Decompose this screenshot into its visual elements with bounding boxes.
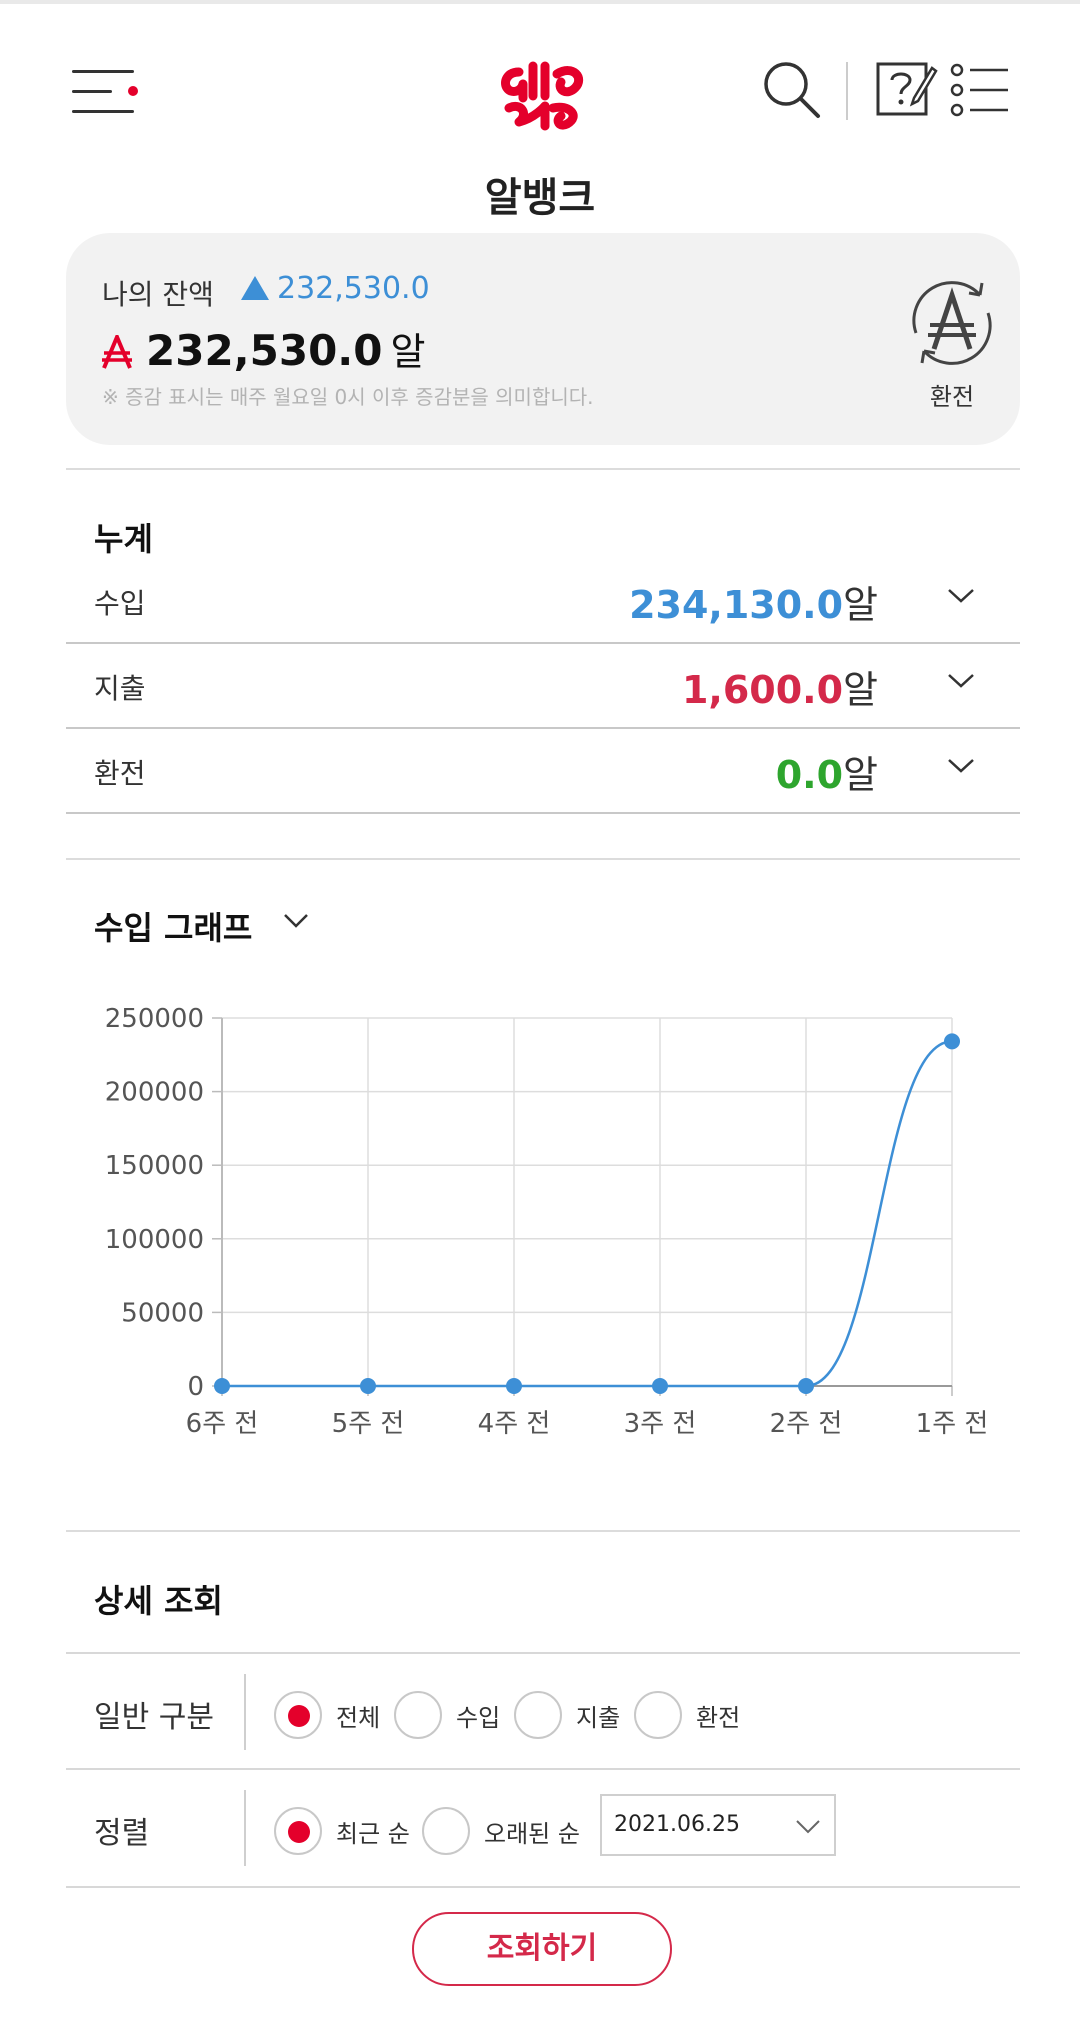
radio-circle[interactable] — [274, 1807, 322, 1855]
radio-label: 수입 — [456, 1703, 501, 1732]
balance-amount-value: 232,530.0 — [146, 326, 383, 375]
x-tick-label: 1주 전 — [916, 1409, 989, 1439]
search-button[interactable] — [760, 58, 824, 122]
search-submit-button[interactable]: 조회하기 — [412, 1912, 672, 1986]
date-select[interactable]: 2021.06.25 — [600, 1794, 836, 1856]
x-tick-label: 4주 전 — [478, 1409, 551, 1439]
sort-label: 정렬 — [94, 1816, 150, 1851]
chevron-down-icon[interactable] — [946, 586, 976, 606]
radio-expense[interactable]: 지출 — [514, 1690, 620, 1740]
radio-circle[interactable] — [394, 1691, 442, 1739]
radio-recent[interactable]: 최근 순 — [274, 1806, 410, 1856]
chevron-down-icon[interactable] — [946, 756, 976, 776]
balance-card: 나의 잔액 232,530.0 232,530.0 알 ※ 증감 표시는 매주 월… — [66, 233, 1020, 445]
data-point — [506, 1378, 522, 1394]
radio-oldest[interactable]: 오래된 순 — [422, 1806, 580, 1856]
exchange-icon — [912, 281, 992, 365]
x-tick-label: 6주 전 — [186, 1409, 259, 1439]
help-edit-icon — [876, 62, 938, 116]
sort-row: 정렬 최근 순 오래된 순 2021.06.25 — [66, 1770, 1020, 1888]
detail-title: 상세 조회 — [94, 1582, 223, 1620]
summary-row-exchange[interactable]: 환전 0.0알 — [66, 730, 1020, 814]
radio-circle[interactable] — [422, 1807, 470, 1855]
radio-circle[interactable] — [634, 1691, 682, 1739]
al-currency-icon — [102, 330, 132, 379]
radio-label: 환전 — [696, 1703, 741, 1732]
y-tick-label: 50000 — [121, 1298, 204, 1328]
summary-row-income[interactable]: 수입 234,130.0알 — [66, 560, 1020, 644]
chevron-down-icon[interactable] — [282, 912, 310, 930]
list-button[interactable] — [950, 62, 1010, 118]
app-header — [0, 40, 1080, 140]
logo[interactable] — [495, 58, 591, 134]
balance-label: 나의 잔액 — [102, 278, 214, 311]
x-tick-label: 3주 전 — [624, 1409, 697, 1439]
row-divider — [244, 1674, 246, 1750]
radio-exchange[interactable]: 환전 — [634, 1690, 740, 1740]
data-point — [798, 1378, 814, 1394]
radio-label: 오래된 순 — [484, 1819, 580, 1848]
income-chart: 0 50000 100000 150000 200000 250000 6주 전 5주 전 4주… — [105, 1004, 989, 1439]
radio-label: 전체 — [336, 1703, 381, 1732]
y-tick-label: 200000 — [105, 1078, 204, 1108]
summary-row-expense[interactable]: 지출 1,600.0알 — [66, 645, 1020, 729]
summary-value: 1,600.0알 — [681, 668, 878, 712]
x-tick-label: 5주 전 — [332, 1409, 405, 1439]
balance-change: 232,530.0 — [241, 271, 430, 306]
data-point — [944, 1033, 960, 1050]
chevron-down-icon — [796, 1820, 820, 1834]
x-tick-label: 2주 전 — [770, 1409, 843, 1439]
summary-value: 234,130.0알 — [629, 583, 878, 627]
radio-label: 지출 — [576, 1703, 621, 1732]
exchange-label: 환전 — [929, 383, 975, 411]
data-point — [360, 1378, 376, 1394]
page-title: 알뱅크 — [484, 175, 596, 221]
summary-value: 0.0알 — [775, 753, 878, 797]
help-button[interactable] — [874, 58, 938, 122]
section-divider — [66, 1530, 1020, 1532]
radio-circle[interactable] — [514, 1691, 562, 1739]
y-tick-label: 150000 — [105, 1151, 204, 1181]
summary-label: 수입 — [94, 587, 146, 620]
data-point — [652, 1378, 668, 1394]
balance-note: ※ 증감 표시는 매주 월요일 0시 이후 증감분을 의미합니다. — [102, 385, 594, 409]
income-series-line — [221, 1040, 953, 1388]
chevron-down-icon[interactable] — [946, 671, 976, 691]
date-value: 2021.06.25 — [614, 1812, 740, 1837]
radio-income[interactable]: 수입 — [394, 1690, 500, 1740]
search-icon — [764, 62, 820, 118]
y-tick-label: 250000 — [105, 1004, 204, 1034]
summary-label: 환전 — [94, 757, 146, 790]
balance-unit: 알 — [390, 330, 426, 374]
category-filter-row: 일반 구분 전체 수입 지출 환전 — [66, 1652, 1020, 1770]
top-border — [0, 0, 1080, 4]
list-icon — [950, 63, 1008, 117]
section-divider — [66, 468, 1020, 470]
graph-title[interactable]: 수입 그래프 — [94, 903, 252, 949]
balance-change-value: 232,530.0 — [277, 271, 430, 306]
summary-title: 누계 — [94, 520, 153, 558]
radio-label: 최근 순 — [336, 1819, 410, 1848]
category-filter-label: 일반 구분 — [94, 1700, 214, 1735]
menu-button[interactable] — [72, 66, 142, 122]
radio-circle[interactable] — [274, 1691, 322, 1739]
row-divider — [244, 1790, 246, 1866]
up-triangle-icon — [241, 276, 269, 300]
y-tick-label: 100000 — [105, 1225, 204, 1255]
y-tick-label: 0 — [187, 1372, 204, 1402]
summary-label: 지출 — [94, 672, 146, 705]
header-divider — [846, 62, 848, 120]
section-divider — [66, 858, 1020, 860]
radio-all[interactable]: 전체 — [274, 1690, 380, 1740]
balance-amount: 232,530.0 알 — [102, 321, 425, 379]
exchange-button[interactable]: 환전 — [902, 273, 1002, 413]
data-point — [214, 1378, 230, 1394]
